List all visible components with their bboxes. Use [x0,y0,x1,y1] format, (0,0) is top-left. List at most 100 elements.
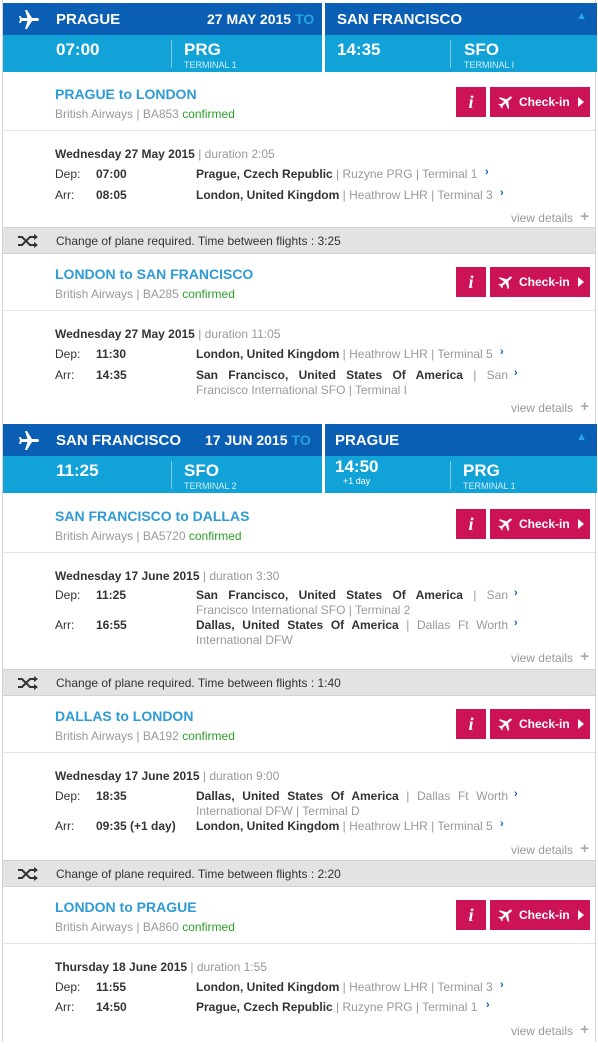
arrow-right-icon [578,719,584,729]
view-details-link[interactable]: view details [511,211,573,225]
chevron-right-icon[interactable]: › [514,617,518,629]
arr-location: London, United Kingdom | Heathrow LHR | … [196,819,506,834]
flight-segment-details: Thursday 18 June 2015 | duration 1:55 De… [3,944,595,1042]
chevron-right-icon[interactable]: › [500,187,504,199]
trip-header-return[interactable]: SAN FRANCISCO 17 JUN 2015 TO PRAGUE ▲ 11:… [3,418,597,496]
plus-icon[interactable]: + [580,1021,589,1038]
arr-airport: | Heathrow LHR | Terminal 5 [342,819,493,833]
chevron-right-icon[interactable]: › [500,346,504,358]
change-of-plane-notice: Change of plane required. Time between f… [3,669,595,696]
check-in-label: Check-in [519,908,570,922]
dep-label: Dep: [55,347,81,361]
arr-location: London, United Kingdom | Heathrow LHR | … [196,188,506,203]
info-button[interactable]: i [456,509,486,539]
trip-arr-terminal: TERMINAL I [464,60,515,70]
flight-number: BA192 [142,729,179,743]
dep-airport: | Ruzyne PRG | Terminal 1 [336,167,478,181]
dep-place: London, United Kingdom [196,980,340,994]
trip-header-outbound[interactable]: PRAGUE 27 MAY 2015 TO SAN FRANCISCO ▲ 07:… [3,0,597,74]
trip-from-city: PRAGUE [56,11,121,28]
dep-place: San Francisco, United States Of America [196,588,463,602]
view-details-link[interactable]: view details [511,843,573,857]
collapse-caret-icon[interactable]: ▲ [576,10,587,22]
arr-place: London, United Kingdom [196,819,340,833]
segment-airline: British Airways | BA860 confirmed [55,920,235,934]
duration-text: | duration 1:55 [190,960,267,974]
trip-dep-terminal: TERMINAL 1 [184,60,237,70]
trip-arr-code: SFO [464,40,499,59]
view-details-link[interactable]: view details [511,651,573,665]
chevron-right-icon[interactable]: › [485,166,489,178]
plus-icon[interactable]: + [580,208,589,225]
segment-date: Thursday 18 June 2015 | duration 1:55 [55,960,267,974]
dep-airport: | Heathrow LHR | Terminal 5 [342,347,493,361]
dep-place: London, United Kingdom [196,347,340,361]
flight-segment-details: Wednesday 17 June 2015 | duration 3:30 D… [3,553,595,669]
trip-from-city: SAN FRANCISCO [56,432,182,449]
info-button[interactable]: i [456,267,486,297]
divider [171,461,172,489]
chevron-right-icon[interactable]: › [514,788,518,800]
dep-label: Dep: [55,789,81,803]
check-in-button[interactable]: Check-in [490,87,590,117]
status-confirmed: confirmed [182,107,235,121]
dep-place: Dallas, United States Of America [196,789,399,803]
plus-icon[interactable]: + [580,648,589,665]
chevron-right-icon[interactable]: › [500,818,504,830]
trip-dep-time: 07:00 [56,40,100,59]
trip-arr-code: PRG [463,461,500,480]
dep-location: London, United Kingdom | Heathrow LHR | … [196,980,506,995]
plus-icon[interactable]: + [580,840,589,857]
info-button[interactable]: i [456,87,486,117]
chevron-right-icon[interactable]: › [500,979,504,991]
flight-segment-details: Wednesday 27 May 2015 | duration 11:05 D… [3,311,595,418]
segment-route[interactable]: PRAGUE to LONDON [55,86,197,102]
change-text: Change of plane required. Time between f… [56,867,341,881]
segment-route[interactable]: SAN FRANCISCO to DALLAS [55,508,249,524]
date-text: Thursday 18 June 2015 [55,960,188,974]
flight-segment-header: DALLAS to LONDON British Airways | BA192… [3,696,595,753]
check-in-label: Check-in [519,517,570,531]
trip-to-city: PRAGUE [335,432,400,449]
view-details-link[interactable]: view details [511,401,573,415]
plus-icon[interactable]: + [580,398,589,415]
dep-label: Dep: [55,167,81,181]
check-in-button[interactable]: Check-in [490,709,590,739]
view-details-link[interactable]: view details [511,1024,573,1038]
flight-number: BA5720 [142,529,186,543]
check-in-button[interactable]: Check-in [490,267,590,297]
trip-arr-time: 14:50 [335,457,379,476]
dep-location: Prague, Czech Republic | Ruzyne PRG | Te… [196,167,496,182]
arr-label: Arr: [55,618,75,632]
dep-time: 18:35 [96,789,127,803]
divider [171,40,172,68]
info-button[interactable]: i [456,900,486,930]
change-text: Change of plane required. Time between f… [56,676,341,690]
chevron-right-icon[interactable]: › [514,587,518,599]
date-text: Wednesday 27 May 2015 [55,147,195,161]
dep-label: Dep: [55,980,81,994]
arrow-right-icon [578,277,584,287]
segment-route[interactable]: LONDON to PRAGUE [55,899,197,915]
info-button[interactable]: i [456,709,486,739]
segment-route[interactable]: LONDON to SAN FRANCISCO [55,266,253,282]
change-text: Change of plane required. Time between f… [56,234,341,248]
trip-to-word: TO [291,432,311,448]
divider [450,461,451,489]
segment-route[interactable]: DALLAS to LONDON [55,708,193,724]
dep-time: 11:30 [96,347,127,361]
collapse-caret-icon[interactable]: ▲ [576,431,587,443]
date-text: Wednesday 17 June 2015 [55,569,200,583]
check-in-button[interactable]: Check-in [490,900,590,930]
chevron-right-icon[interactable]: › [486,999,490,1011]
date-text: Wednesday 17 June 2015 [55,769,200,783]
airline-name: British Airways | [55,107,140,121]
arr-label: Arr: [55,188,75,202]
arr-label: Arr: [55,1000,75,1014]
segment-date: Wednesday 27 May 2015 | duration 11:05 [55,327,281,341]
chevron-right-icon[interactable]: › [514,367,518,379]
check-in-button[interactable]: Check-in [490,509,590,539]
arr-airport: | Ruzyne PRG | Terminal 1 [336,1000,478,1014]
trip-dep-code: SFO [184,461,219,480]
segment-date: Wednesday 17 June 2015 | duration 9:00 [55,769,279,783]
